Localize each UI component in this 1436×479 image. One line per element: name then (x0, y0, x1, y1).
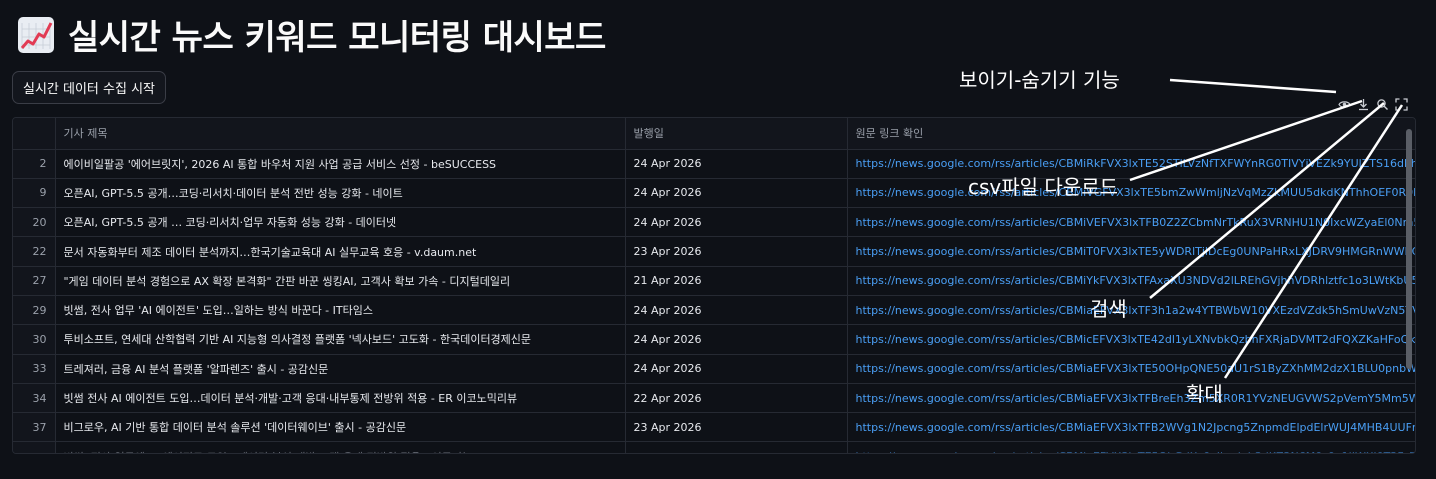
table-row[interactable]: 37 비그로우, AI 기반 통합 데이터 분석 솔루션 '데이터웨이브' 출시 … (13, 412, 1415, 443)
article-title-cell: 빗썸 전사 AI 에이전트 도입…데이터 분석·개발·고객 응대·내부통제 전방… (55, 383, 626, 414)
start-collection-button[interactable]: 실시간 데이터 수집 시작 (12, 71, 166, 104)
row-index-cell: 22 (13, 236, 56, 267)
table-row[interactable]: 22 문서 자동화부터 제조 데이터 분석까지…한국기술교육대 AI 실무교육 호… (13, 236, 1415, 267)
publish-date-cell: 24 Apr 2026 (625, 207, 848, 238)
article-link-cell[interactable]: https://news.google.com/rss/articles/CBM… (847, 324, 1415, 355)
chart-increasing-icon (18, 16, 54, 53)
fullscreen-icon[interactable] (1395, 96, 1408, 111)
row-index-cell: 34 (13, 383, 56, 414)
row-index-cell: 29 (13, 295, 56, 326)
publish-date-cell: 23 Apr 2026 (625, 236, 848, 267)
index-column-header[interactable] (13, 118, 56, 150)
row-index-cell: 2 (13, 149, 56, 179)
toggle-annotation: 보이기-숨기기 기능 (959, 68, 1120, 92)
table-header-row: 기사 제목 발행일 원문 링크 확인 (13, 118, 1415, 150)
article-link-cell[interactable]: https://news.google.com/rss/articles/CBM… (847, 149, 1415, 179)
table-scrollbar[interactable] (1406, 129, 1412, 369)
header: 실시간 뉴스 키워드 모니터링 대시보드 (18, 10, 606, 59)
row-index-cell: 30 (13, 324, 56, 355)
article-title-cell: 오픈AI, GPT-5.5 공개 … 코딩·리서치·업무 자동화 성능 강화 -… (55, 207, 626, 238)
publish-date-cell: 24 Apr 2026 (625, 324, 848, 355)
row-index-cell: 33 (13, 354, 56, 384)
table-row[interactable]: 29 빗썸, 전사 업무 'AI 에이전트' 도입…일하는 방식 바꾼다 - IT… (13, 295, 1415, 326)
table-row[interactable]: 9 오픈AI, GPT-5.5 공개…코딩·리서치·데이터 분석 전반 성능 강화… (13, 178, 1415, 209)
article-title-cell: 오픈AI, GPT-5.5 공개…코딩·리서치·데이터 분석 전반 성능 강화 … (55, 178, 626, 209)
row-index-cell: 37 (13, 412, 56, 443)
row-index-cell: 27 (13, 266, 56, 296)
article-title-cell: 빗썸, 전사 업무에 AI 에이전트 도입…데이터 분석·개발·고객 응대 전방… (55, 441, 626, 453)
article-title-cell: 문서 자동화부터 제조 데이터 분석까지…한국기술교육대 AI 실무교육 호응 … (55, 236, 626, 267)
table-row[interactable]: 2 에이비일팔공 '에어브릿지', 2026 AI 통합 바우처 지원 사업 공급… (13, 149, 1415, 179)
toggle-arrow (1169, 78, 1337, 94)
publish-date-cell: 24 Apr 2026 (625, 149, 848, 179)
article-link-cell[interactable]: https://news.google.com/rss/articles/CBM… (847, 295, 1415, 326)
table-row[interactable]: 20 오픈AI, GPT-5.5 공개 … 코딩·리서치·업무 자동화 성능 강화… (13, 207, 1415, 238)
date-column-header[interactable]: 발행일 (625, 118, 848, 150)
table-row[interactable]: 30 투비소프트, 연세대 산학협력 기반 AI 지능형 의사결정 플랫폼 '넥사… (13, 324, 1415, 355)
publish-date-cell: 23 Apr 2026 (625, 412, 848, 443)
search-annotation: 검색 (1090, 297, 1127, 321)
article-link-cell[interactable]: https://news.google.com/rss/articles/CBM… (847, 178, 1415, 209)
publish-date-cell: 21 Apr 2026 (625, 266, 848, 296)
article-link-cell[interactable]: https://news.google.com/rss/articles/CBM… (847, 412, 1415, 443)
table-row[interactable]: 빗썸, 전사 업무에 AI 에이전트 도입…데이터 분석·개발·고객 응대 전방… (13, 441, 1415, 453)
publish-date-cell: 24 Apr 2026 (625, 354, 848, 384)
link-column-header[interactable]: 원문 링크 확인 (847, 118, 1415, 150)
publish-date-cell (625, 441, 848, 453)
article-title-cell: 트레져러, 금융 AI 분석 플랫폼 '알파렌즈' 출시 - 공감신문 (55, 354, 626, 384)
article-title-cell: 비그로우, AI 기반 통합 데이터 분석 솔루션 '데이터웨이브' 출시 - … (55, 412, 626, 443)
article-link-cell[interactable]: https://news.google.com/rss/articles/CBM… (847, 207, 1415, 238)
table-toolbar (1338, 94, 1408, 111)
eye-icon[interactable] (1338, 96, 1351, 109)
article-title-cell: 빗썸, 전사 업무 'AI 에이전트' 도입…일하는 방식 바꾼다 - IT타임… (55, 295, 626, 326)
row-index-cell: 20 (13, 207, 56, 238)
publish-date-cell: 24 Apr 2026 (625, 178, 848, 209)
row-index-cell: 9 (13, 178, 56, 209)
search-icon[interactable] (1376, 96, 1389, 110)
article-link-cell[interactable]: https://news.google.com/rss/articles/CBM… (847, 236, 1415, 267)
table-row[interactable]: 27 "게임 데이터 분석 경험으로 AX 확장 본격화" 간판 바꾼 씽킹AI,… (13, 266, 1415, 296)
expand-annotation: 확대 (1186, 382, 1223, 406)
article-title-cell: 투비소프트, 연세대 산학협력 기반 AI 지능형 의사결정 플랫폼 '넥사보드… (55, 324, 626, 355)
publish-date-cell: 24 Apr 2026 (625, 295, 848, 326)
article-link-cell[interactable]: https://news.google.com/rss/articles/CBM… (847, 441, 1415, 453)
article-link-cell[interactable]: https://news.google.com/rss/articles/CBM… (847, 266, 1415, 296)
title-column-header[interactable]: 기사 제목 (55, 118, 626, 150)
article-link-cell[interactable]: https://news.google.com/rss/articles/CBM… (847, 354, 1415, 384)
article-link-cell[interactable]: https://news.google.com/rss/articles/CBM… (847, 383, 1415, 414)
row-index-cell (13, 441, 56, 453)
download-icon[interactable] (1357, 96, 1370, 110)
article-title-cell: 에이비일팔공 '에어브릿지', 2026 AI 통합 바우처 지원 사업 공급 … (55, 149, 626, 179)
page-title: 실시간 뉴스 키워드 모니터링 대시보드 (68, 18, 606, 58)
publish-date-cell: 22 Apr 2026 (625, 383, 848, 414)
csv-annotation: csv파일 다운로드 (968, 175, 1119, 199)
article-title-cell: "게임 데이터 분석 경험으로 AX 확장 본격화" 간판 바꾼 씽킹AI, 고… (55, 266, 626, 296)
